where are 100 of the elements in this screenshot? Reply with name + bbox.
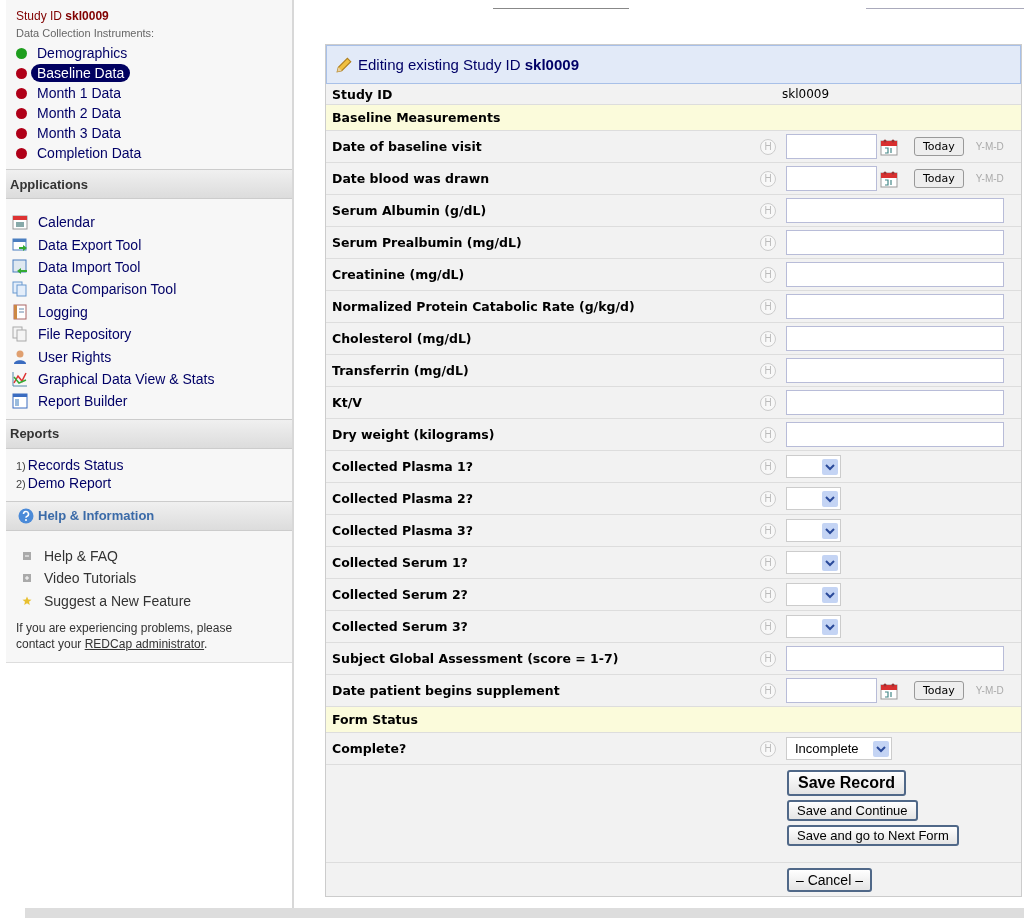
help-note: If you are experiencing problems, please contact your REDCap administrator. — [16, 620, 234, 652]
dropdown[interactable] — [786, 583, 841, 606]
notebook-icon — [12, 303, 28, 320]
caret-icon — [822, 522, 838, 539]
report-link[interactable]: Demo Report — [27, 474, 112, 491]
application-link[interactable]: Data Comparison Tool — [38, 281, 177, 298]
field-label: Dry weight (kilograms) — [332, 427, 496, 442]
application-link[interactable]: File Repository — [38, 326, 132, 343]
instrument-link[interactable]: Month 3 Data — [31, 124, 128, 142]
field-label: Complete? — [332, 741, 408, 756]
chart-icon — [12, 370, 28, 387]
application-link[interactable]: Data Export Tool — [38, 236, 142, 253]
instrument-link[interactable]: Month 2 Data — [31, 104, 128, 122]
text-field[interactable] — [786, 198, 1004, 223]
text-field[interactable] — [786, 358, 1004, 383]
calendar-icon[interactable] — [880, 169, 898, 188]
caret-icon — [822, 618, 838, 635]
field-label: Collected Plasma 1? — [332, 459, 475, 474]
section-header: Help & Information — [38, 508, 155, 523]
cancel-button[interactable]: – Cancel – — [787, 867, 872, 892]
application-link[interactable]: Data Import Tool — [38, 258, 141, 275]
text-field[interactable] — [786, 390, 1004, 415]
help-link[interactable]: Video Tutorials — [44, 570, 137, 587]
form-title: Editing existing Study ID skl0009 — [358, 56, 579, 73]
field-label: Creatinine (mg/dL) — [332, 267, 466, 282]
caret-icon — [822, 554, 838, 571]
section-header: Baseline Measurements — [326, 105, 1021, 131]
field-label: Transferrin (mg/dL) — [332, 363, 470, 378]
field-label: Collected Serum 2? — [332, 587, 469, 602]
caret-icon — [873, 740, 889, 757]
today-button[interactable]: Today — [914, 169, 964, 188]
caret-icon — [822, 586, 838, 603]
field-label: Subject Global Assessment (score = 1-7) — [332, 651, 620, 666]
export-icon — [12, 236, 28, 253]
dropdown[interactable] — [786, 487, 841, 510]
date-format: Y-M-D — [975, 173, 1004, 184]
field-value: skl0009 — [782, 87, 830, 101]
text-field[interactable] — [786, 230, 1004, 255]
instrument-link[interactable]: Month 1 Data — [31, 84, 128, 102]
report-link[interactable]: Records Status — [27, 456, 124, 473]
report-number: 2) — [16, 477, 26, 490]
text-field[interactable] — [786, 262, 1004, 287]
pencil-icon — [335, 55, 353, 74]
application-link[interactable]: Calendar — [38, 214, 95, 231]
field-label: Study ID — [332, 86, 394, 102]
application-link[interactable]: Graphical Data View & Stats — [38, 370, 215, 387]
field-label: Collected Plasma 3? — [332, 523, 475, 538]
instrument-link[interactable]: Baseline Data — [31, 64, 131, 82]
text-field[interactable] — [786, 294, 1004, 319]
dropdown[interactable]: Incomplete — [786, 737, 892, 760]
field-label: Date blood was drawn — [332, 171, 491, 186]
text-field[interactable] — [786, 422, 1004, 447]
admin-link[interactable]: REDCap administrator — [84, 637, 205, 651]
help-icon — [18, 507, 34, 524]
files-icon — [12, 326, 28, 343]
today-button[interactable]: Today — [914, 137, 964, 156]
section-header: Reports — [6, 418, 292, 449]
field-label: Serum Prealbumin (mg/dL) — [332, 235, 523, 250]
field-label: Serum Albumin (g/dL) — [332, 203, 488, 218]
field-label: Normalized Protein Catabolic Rate (g/kg/d) — [332, 299, 636, 314]
form-button[interactable]: Save and Continue — [787, 800, 918, 821]
date-field[interactable] — [786, 166, 877, 191]
application-link[interactable]: Report Builder — [38, 393, 128, 410]
calendar-icon[interactable] — [880, 681, 898, 700]
study-id-heading: Study ID skl0009 — [16, 9, 110, 23]
application-link[interactable]: Logging — [38, 303, 88, 320]
form-button[interactable]: Save and go to Next Form — [787, 825, 959, 846]
form-button[interactable]: Save Record — [787, 770, 906, 796]
date-field[interactable] — [786, 678, 877, 703]
section-header: Form Status — [326, 707, 1021, 733]
help-link[interactable]: Suggest a New Feature — [44, 592, 192, 609]
dropdown[interactable] — [786, 551, 841, 574]
today-button[interactable]: Today — [914, 681, 964, 700]
instruments-heading: Data Collection Instruments: — [16, 27, 156, 39]
report-number: 1) — [16, 459, 26, 472]
star-icon — [22, 595, 32, 606]
date-format: Y-M-D — [975, 141, 1004, 152]
dropdown[interactable] — [786, 519, 841, 542]
section-header: Applications — [6, 169, 292, 199]
layout-icon — [12, 393, 28, 410]
caret-icon — [822, 490, 838, 507]
field-label: Kt/V — [332, 395, 363, 410]
date-field[interactable] — [786, 134, 877, 159]
application-link[interactable]: User Rights — [38, 348, 112, 365]
field-label: Cholesterol (mg/dL) — [332, 331, 473, 346]
calendar-icon[interactable] — [880, 137, 898, 156]
plus-square-icon — [22, 573, 32, 584]
field-label: Date of baseline visit — [332, 139, 483, 154]
help-link[interactable]: Help & FAQ — [44, 547, 118, 564]
dropdown[interactable] — [786, 455, 841, 478]
text-field[interactable] — [786, 646, 1004, 671]
instrument-link[interactable]: Demographics — [31, 44, 134, 62]
minus-square-icon — [22, 550, 32, 561]
documents-icon — [12, 281, 28, 298]
user-icon — [12, 348, 28, 365]
caret-icon — [822, 458, 838, 475]
instrument-link[interactable]: Completion Data — [31, 144, 148, 162]
field-label: Collected Serum 1? — [332, 555, 469, 570]
dropdown[interactable] — [786, 615, 841, 638]
text-field[interactable] — [786, 326, 1004, 351]
